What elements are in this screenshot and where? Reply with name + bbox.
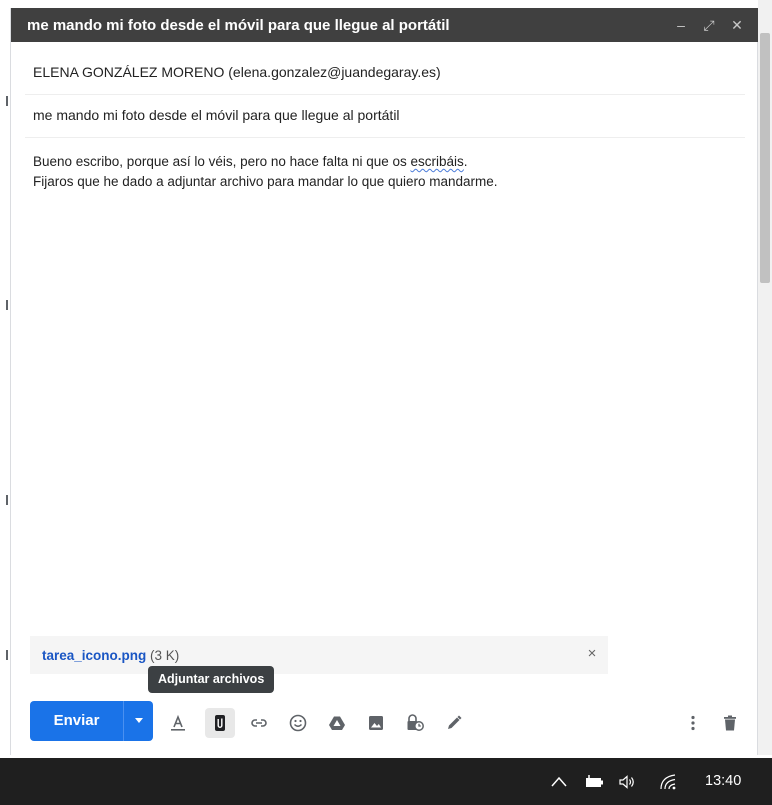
compose-title: me mando mi foto desde el móvil para que… xyxy=(27,17,450,34)
body-text: . xyxy=(463,154,468,169)
subject-field[interactable]: me mando mi foto desde el móvil para que… xyxy=(25,95,745,138)
attachment-name-link[interactable]: tarea_icono.png (3 K) xyxy=(42,648,179,663)
body-line: Bueno escribo, porque así lo véis, pero … xyxy=(33,152,733,172)
send-options-button[interactable] xyxy=(123,701,153,741)
attachment-chip[interactable]: tarea_icono.png (3 K) × xyxy=(30,636,608,674)
message-body[interactable]: Bueno escribo, porque así lo véis, pero … xyxy=(33,152,733,192)
volume-icon[interactable] xyxy=(614,771,640,793)
attach-icon[interactable] xyxy=(205,708,235,738)
trash-icon[interactable] xyxy=(715,708,745,738)
drive-icon[interactable] xyxy=(322,708,352,738)
signature-icon[interactable] xyxy=(439,708,469,738)
recipients-field[interactable]: ELENA GONZÁLEZ MORENO (elena.gonzalez@ju… xyxy=(25,53,745,95)
wifi-icon[interactable] xyxy=(656,771,680,793)
send-button-group: Enviar xyxy=(30,701,153,741)
background-edge-mark xyxy=(6,495,8,505)
body-text: Bueno escribo, porque así lo véis, pero … xyxy=(33,154,411,169)
minimize-icon[interactable]: – xyxy=(671,15,691,35)
photo-icon[interactable] xyxy=(361,708,391,738)
system-clock[interactable]: 13:40 xyxy=(705,773,741,789)
taskbar: 13:40 xyxy=(0,758,772,805)
subject-value: me mando mi foto desde el móvil para que… xyxy=(33,107,400,123)
confidential-icon[interactable] xyxy=(400,708,430,738)
battery-icon[interactable] xyxy=(582,771,606,793)
misspelled-word[interactable]: escribáis xyxy=(411,154,464,169)
screen: me mando mi foto desde el móvil para que… xyxy=(0,0,772,805)
compose-window: me mando mi foto desde el móvil para que… xyxy=(10,8,759,755)
scrollbar-thumb[interactable] xyxy=(760,33,770,283)
attachment-size: (3 K) xyxy=(146,648,180,663)
remove-attachment-icon[interactable]: × xyxy=(584,646,600,662)
recipients-value: ELENA GONZÁLEZ MORENO (elena.gonzalez@ju… xyxy=(33,64,441,80)
attachment-filename[interactable]: tarea_icono.png xyxy=(42,648,146,663)
chevron-down-icon xyxy=(135,718,143,723)
expand-icon[interactable]: ⤢ xyxy=(699,15,719,35)
send-button[interactable]: Enviar xyxy=(30,701,123,741)
background-edge-mark xyxy=(6,96,8,106)
compose-titlebar[interactable]: me mando mi foto desde el móvil para que… xyxy=(11,8,759,42)
close-icon[interactable]: ✕ xyxy=(727,15,747,35)
more-options-icon[interactable] xyxy=(678,708,708,738)
link-icon[interactable] xyxy=(244,708,274,738)
attach-tooltip: Adjuntar archivos xyxy=(148,666,275,693)
emoji-icon[interactable] xyxy=(283,708,313,738)
background-edge-mark xyxy=(6,650,8,660)
background-edge-mark xyxy=(6,300,8,310)
text-format-icon[interactable] xyxy=(163,708,193,738)
chevron-up-icon[interactable] xyxy=(548,771,570,793)
body-line: Fijaros que he dado a adjuntar archivo p… xyxy=(33,174,498,189)
